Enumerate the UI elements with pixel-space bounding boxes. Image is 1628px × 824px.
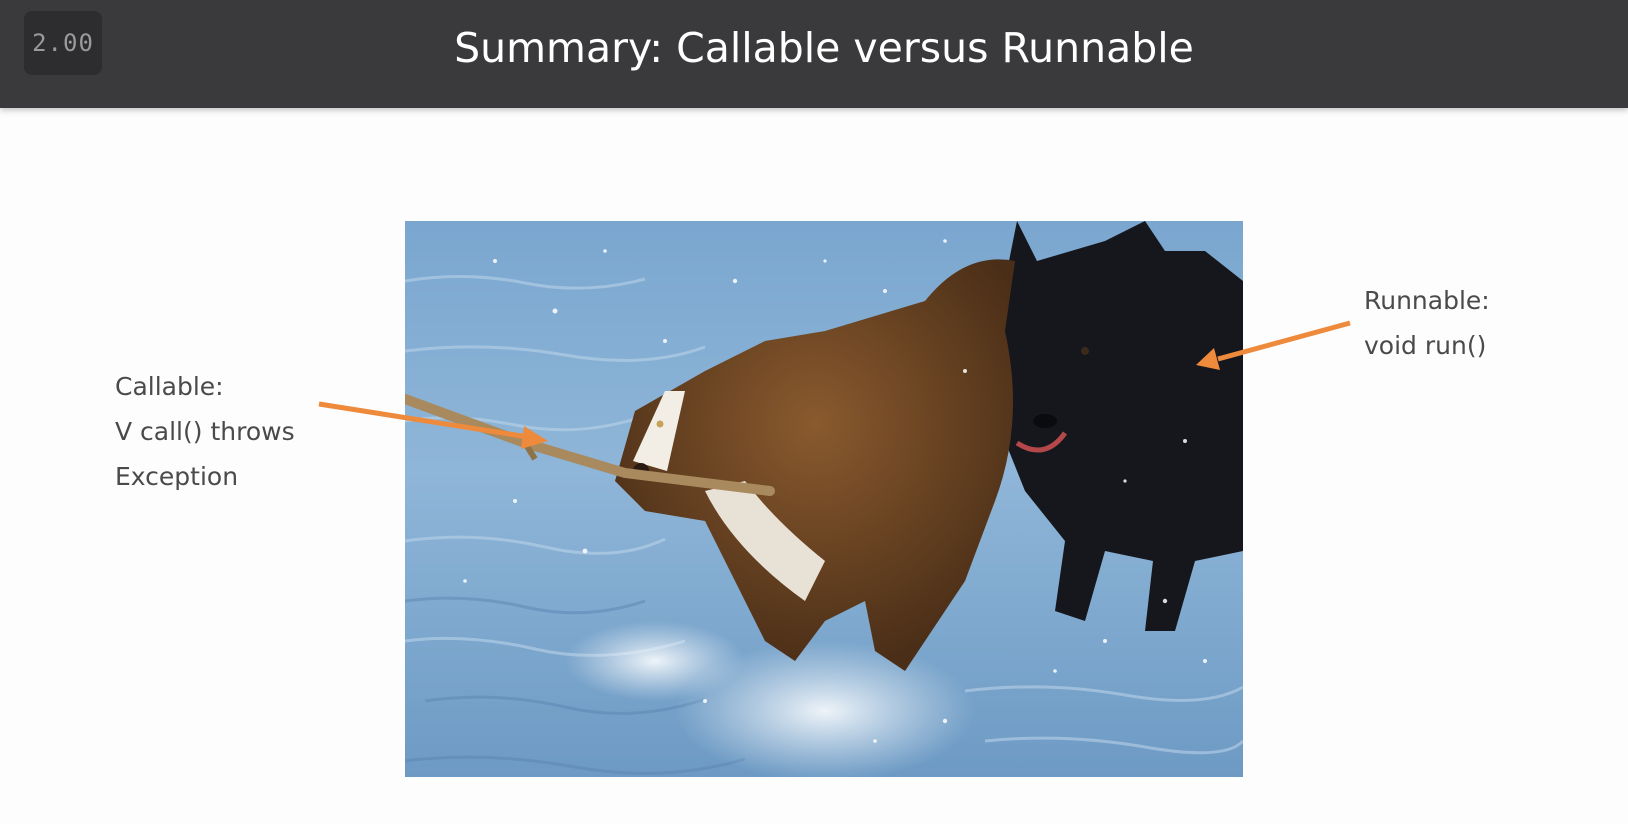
callable-label-line1: Callable:: [115, 372, 224, 401]
runnable-label: Runnable: void run(): [1364, 278, 1490, 368]
callable-label: Callable: V call() throws Exception: [115, 364, 295, 499]
callable-label-line2: V call() throws: [115, 417, 295, 446]
slide-title-bar: 2.00 Summary: Callable versus Runnable: [0, 0, 1628, 108]
runnable-label-line2: void run(): [1364, 331, 1487, 360]
runnable-label-line1: Runnable:: [1364, 286, 1490, 315]
callable-label-line3: Exception: [115, 462, 239, 491]
dogs-photo: [405, 221, 1243, 777]
slide-title: Summary: Callable versus Runnable: [454, 24, 1194, 72]
